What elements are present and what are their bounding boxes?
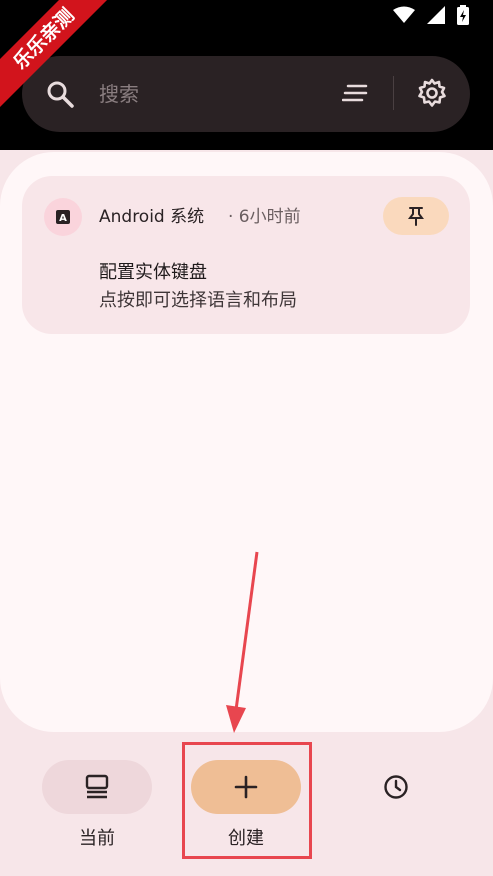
- search-divider: [393, 76, 394, 110]
- highlight-annotation-box: [182, 742, 312, 859]
- notification-time: · 6小时前: [228, 207, 301, 227]
- nav-current-pill[interactable]: [42, 760, 152, 814]
- android-system-app-icon: A: [44, 198, 82, 236]
- status-bar-icons: [393, 5, 469, 25]
- notification-title: 配置实体键盘: [99, 262, 207, 283]
- battery-charging-icon: [457, 5, 469, 25]
- nav-history-pill[interactable]: [341, 760, 451, 814]
- search-input[interactable]: 搜索: [99, 80, 139, 108]
- notification-card[interactable]: A Android 系统 · 6小时前 配置实体键盘 点按即可选择语言和布局: [22, 176, 470, 334]
- svg-text:A: A: [59, 213, 67, 224]
- wifi-icon: [393, 6, 415, 23]
- nav-history[interactable]: [331, 740, 451, 860]
- annotation-arrow: [226, 551, 259, 733]
- stack-icon: [85, 774, 109, 799]
- clock-icon: [384, 775, 408, 799]
- top-bar: 乐乐亲测 搜索: [0, 0, 493, 150]
- search-icon: [47, 81, 74, 108]
- keyboard-app-icon: A: [56, 210, 70, 224]
- nav-current-label: 当前: [79, 828, 115, 849]
- notification-app-name: Android 系统: [99, 207, 205, 227]
- notification-body: 点按即可选择语言和布局: [99, 290, 297, 311]
- gear-icon[interactable]: [417, 78, 447, 108]
- search-bar[interactable]: 搜索: [22, 56, 470, 132]
- signal-icon: [427, 6, 445, 24]
- nav-current[interactable]: 当前: [32, 740, 152, 860]
- sort-icon[interactable]: [342, 83, 368, 103]
- pin-icon: [408, 207, 424, 226]
- pin-button[interactable]: [383, 197, 449, 235]
